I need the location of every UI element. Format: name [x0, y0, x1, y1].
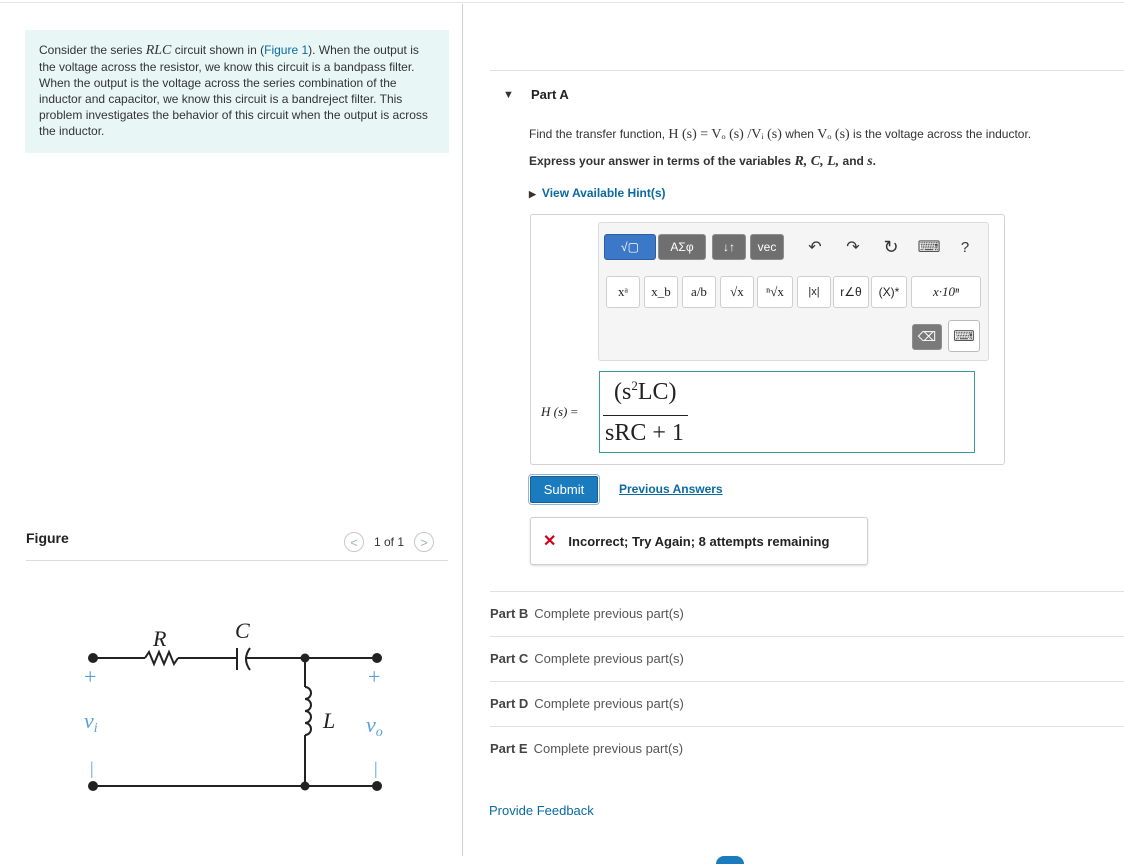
part-rule: [490, 636, 1124, 637]
node-bottom: [300, 781, 310, 791]
feedback-message: ✕ Incorrect; Try Again; 8 attempts remai…: [530, 517, 868, 565]
part-rule: [490, 591, 1124, 592]
question-prompt: Find the transfer function, H (s) = Vₒ (…: [529, 127, 1032, 142]
answer-denominator: sRC + 1: [605, 420, 684, 446]
figure-prev-button[interactable]: <: [344, 532, 364, 552]
incorrect-x-icon: ✕: [543, 533, 557, 550]
fraction-button[interactable]: a/b: [682, 276, 716, 308]
conjugate-button[interactable]: (X)*: [871, 276, 907, 308]
backspace-icon: ⌫: [917, 329, 937, 344]
sqrt-icon: √x: [730, 284, 744, 299]
polar-button[interactable]: r∠θ: [833, 276, 869, 308]
expand-triangle-icon: ▶: [529, 189, 536, 199]
chevron-left-icon: <: [350, 534, 358, 550]
vo-plus: +: [368, 664, 380, 689]
hints-label: View Available Hint(s): [541, 186, 666, 200]
vi-minus: |: [90, 758, 94, 778]
feedback-text: Incorrect; Try Again; 8 attempts remaini…: [568, 533, 830, 549]
conjugate-icon: (X)*: [878, 285, 900, 299]
intro-math-rlc: RLC: [145, 43, 172, 58]
sqrt-button[interactable]: √x: [720, 276, 754, 308]
vector-button[interactable]: vec: [750, 234, 784, 260]
part-c-row[interactable]: Part C Complete previous part(s): [490, 651, 684, 666]
answer-numerator: (s2LC): [614, 378, 677, 405]
superscript-button[interactable]: xᵃ: [606, 276, 640, 308]
submit-button[interactable]: Submit: [528, 474, 600, 505]
intro-text-3: ). When the output is the voltage across…: [39, 43, 428, 138]
abs-value-button[interactable]: |x|: [797, 276, 831, 308]
label-vo: vo: [366, 712, 383, 740]
figure-rule: [26, 560, 448, 561]
part-a-title[interactable]: Part A: [531, 87, 569, 102]
part-rule: [490, 726, 1124, 727]
sort-arrows-icon: ↓↑: [723, 240, 735, 254]
keyboard-icon: ⌨: [953, 328, 975, 345]
answer-label: H (s) =: [541, 404, 578, 419]
terminal-out-bottom: [372, 781, 382, 791]
superscript-icon: xᵃ: [617, 284, 629, 299]
transfer-function-math: H (s) = Vₒ (s) /Vᵢ (s): [668, 127, 782, 142]
vi-plus: +: [84, 664, 96, 689]
arrows-button[interactable]: ↓↑: [712, 234, 746, 260]
node-top: [300, 653, 310, 663]
figure-label: Figure: [26, 530, 69, 546]
part-b-row[interactable]: Part B Complete previous part(s): [490, 606, 684, 621]
panel-divider: [462, 4, 463, 856]
sci-notation-button[interactable]: x·10ⁿ: [911, 276, 981, 308]
collapse-arrow-icon[interactable]: ▼: [503, 89, 514, 101]
top-divider: [0, 2, 1124, 3]
provide-feedback-link[interactable]: Provide Feedback: [489, 803, 594, 818]
fraction-icon: a/b: [691, 284, 707, 299]
problem-intro: Consider the series RLC circuit shown in…: [25, 30, 449, 153]
undo-icon[interactable]: ↶: [804, 236, 826, 258]
backspace-button[interactable]: ⌫: [912, 324, 942, 350]
subscript-button[interactable]: x_b: [644, 276, 678, 308]
part-rule: [490, 681, 1124, 682]
resistor-symbol: [144, 649, 179, 667]
part-a-rule: [490, 70, 1124, 71]
part-e-row[interactable]: Part E Complete previous part(s): [490, 741, 683, 756]
intro-text-2: circuit shown in (: [171, 43, 265, 57]
figure-next-button[interactable]: >: [414, 532, 435, 552]
help-icon[interactable]: ?: [954, 236, 976, 258]
reset-icon[interactable]: ↻: [880, 236, 902, 258]
terminal-out-top: [372, 653, 382, 663]
chevron-right-icon: >: [420, 534, 428, 550]
vec-label: vec: [757, 240, 777, 254]
figure-page-count: 1 of 1: [374, 535, 405, 549]
keyboard-icon[interactable]: ⌨: [917, 236, 940, 258]
subscript-icon: x_b: [651, 284, 671, 299]
chat-launcher-button[interactable]: [716, 856, 744, 864]
sci-notation-icon: x·10ⁿ: [932, 284, 960, 299]
figure-pager: < 1 of 1 >: [344, 531, 435, 553]
vo-minus: |: [374, 758, 378, 778]
rlc-circuit-diagram: R C L + + | | vi vo: [84, 618, 383, 791]
terminal-in-bottom: [88, 781, 98, 791]
intro-text-1: Consider the series: [39, 43, 146, 57]
abs-icon: |x|: [808, 286, 820, 298]
fraction-bar: [603, 415, 688, 416]
keyboard-toggle-button[interactable]: ⌨: [948, 320, 980, 352]
terminal-in-top: [88, 653, 98, 663]
label-l: L: [322, 708, 335, 733]
previous-answers-link[interactable]: Previous Answers: [619, 482, 723, 496]
redo-icon[interactable]: ↷: [842, 236, 864, 258]
greek-symbols-button[interactable]: ΑΣφ: [658, 234, 706, 260]
part-d-row[interactable]: Part D Complete previous part(s): [490, 696, 684, 711]
label-vi: vi: [84, 708, 98, 736]
greek-icon: ΑΣφ: [670, 240, 694, 254]
templates-icon: √▢: [621, 240, 639, 254]
view-hints-link[interactable]: ▶ View Available Hint(s): [529, 186, 666, 200]
nth-root-icon: ⁿ√x: [766, 284, 784, 299]
nth-root-button[interactable]: ⁿ√x: [757, 276, 793, 308]
label-r: R: [152, 626, 167, 651]
answer-instructions: Express your answer in terms of the vari…: [529, 154, 876, 169]
templates-button[interactable]: √▢: [604, 234, 656, 260]
figure-link[interactable]: Figure 1: [264, 43, 308, 57]
label-c: C: [235, 618, 250, 643]
polar-angle-icon: r∠θ: [840, 285, 862, 299]
inductor-symbol: [304, 686, 312, 736]
